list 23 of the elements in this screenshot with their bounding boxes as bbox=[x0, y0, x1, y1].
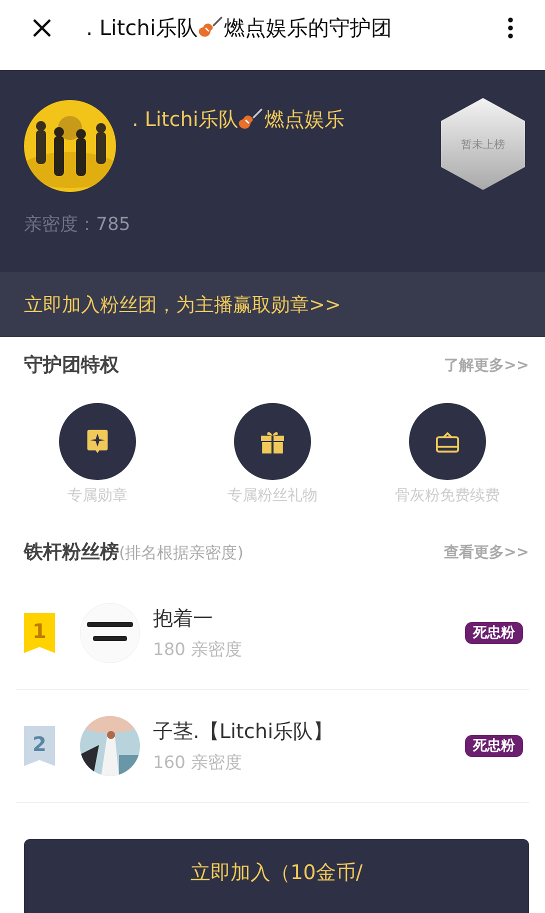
join-banner[interactable]: 立即加入粉丝团，为主播赢取勋章>> bbox=[0, 272, 545, 337]
intimacy-score: 160 亲密度 bbox=[153, 752, 243, 774]
more-icon[interactable] bbox=[507, 16, 514, 40]
section-title: 守护团特权 bbox=[24, 353, 119, 378]
page-title: 燃点娱乐的守护团 bbox=[224, 15, 392, 42]
intimacy-score: 180 亲密度 bbox=[153, 639, 243, 661]
ranking-note: (排名根据亲密度) bbox=[119, 543, 244, 562]
intimacy-label: 亲密度： bbox=[24, 214, 96, 235]
fan-name: 抱着一 bbox=[153, 605, 214, 632]
close-icon[interactable] bbox=[32, 18, 52, 38]
intimacy-value: 785 bbox=[96, 214, 130, 235]
rank-badge: 暂未上榜 bbox=[441, 98, 525, 190]
fan-level-tag: 死忠粉 bbox=[465, 735, 523, 757]
join-button[interactable]: 立即加入（10金币/ bbox=[24, 839, 529, 913]
medal-icon bbox=[85, 428, 110, 454]
rank-ribbon: 1 bbox=[24, 613, 55, 653]
page-title: . Litchi乐队 bbox=[86, 15, 198, 42]
streamer-name: 燃点娱乐 bbox=[264, 106, 344, 133]
section-title: 铁杆粉丝榜 bbox=[24, 541, 119, 563]
fan-name: 子茎.【Litchi乐队】 bbox=[153, 718, 334, 745]
rank-ribbon: 2 bbox=[24, 726, 55, 766]
fan-level-tag: 死忠粉 bbox=[465, 622, 523, 644]
streamer-name: . Litchi乐队 bbox=[132, 106, 238, 133]
